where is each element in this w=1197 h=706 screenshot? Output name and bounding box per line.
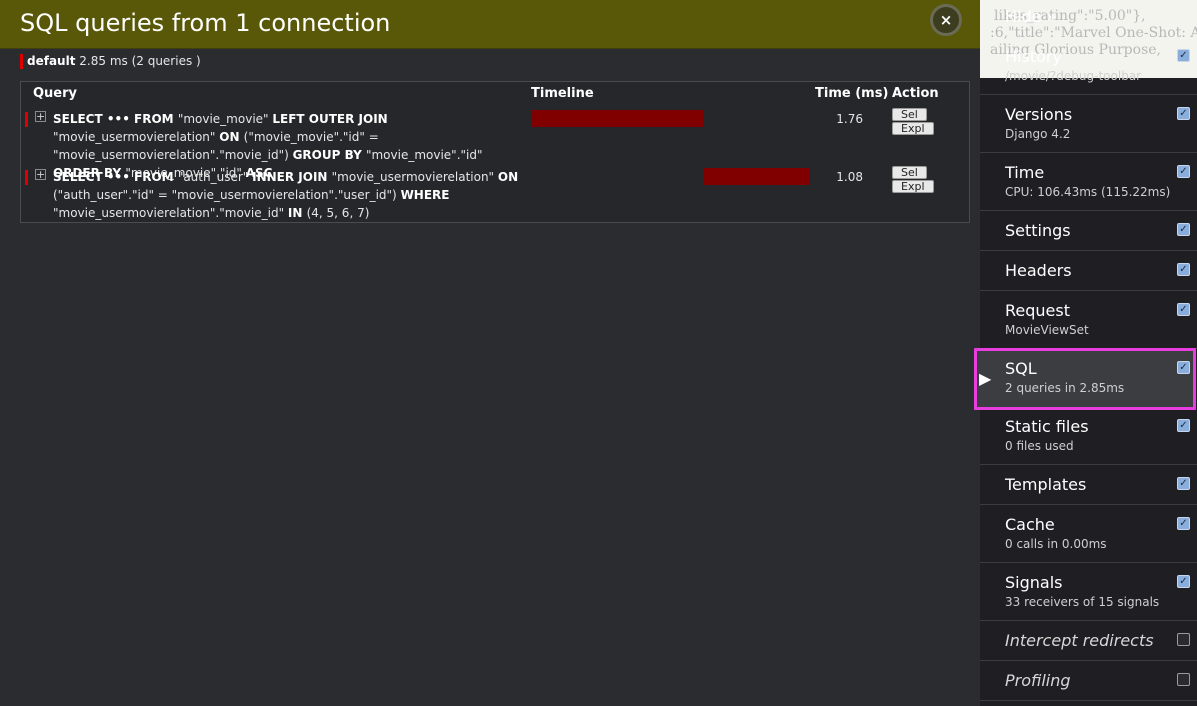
toolbar-item-title: Cache	[1005, 515, 1055, 534]
toolbar-item-subtitle: /movie/?debug-toolbar	[1005, 69, 1142, 83]
panel-title: SQL queries from 1 connection	[20, 9, 391, 37]
column-header-action: Action	[892, 86, 939, 101]
query-time: 1.76	[836, 112, 863, 126]
sql-keyword: ON	[497, 170, 519, 184]
sql-keyword: GROUP BY	[292, 148, 366, 162]
toolbar-item-title: Static files	[1005, 417, 1089, 436]
toolbar-item-subtitle: Django 4.2	[1005, 127, 1071, 141]
sql-text: "movie_usermovierelation"	[331, 170, 498, 184]
toolbar-item-checkbox[interactable]	[1177, 633, 1190, 646]
query-sql[interactable]: SELECT ••• FROM "auth_user" INNER JOIN "…	[53, 168, 523, 222]
toolbar-item-checkbox[interactable]: ✓	[1177, 49, 1190, 62]
query-time: 1.08	[836, 170, 863, 184]
toolbar-item-checkbox[interactable]: ✓	[1177, 223, 1190, 236]
connection-summary: default 2.85 ms (2 queries )	[20, 54, 201, 69]
toolbar-item-static-files[interactable]: Static files 0 files used ✓	[980, 407, 1197, 465]
explain-button[interactable]: Expl	[892, 122, 934, 135]
expand-icon[interactable]: +	[35, 169, 46, 180]
toolbar-item-history[interactable]: History/movie/?debug-toolbar ✓	[980, 37, 1197, 95]
toolbar-item-checkbox[interactable]: ✓	[1177, 361, 1190, 374]
toolbar-item-subtitle: 0 calls in 0.00ms	[1005, 537, 1107, 551]
column-header-query: Query	[33, 86, 78, 101]
sql-keyword: WHERE	[400, 188, 450, 202]
explain-button[interactable]: Expl	[892, 180, 934, 193]
toolbar-item-checkbox[interactable]: ✓	[1177, 107, 1190, 120]
toolbar-item-subtitle: 33 receivers of 15 signals	[1005, 595, 1160, 609]
close-icon[interactable]: ×	[930, 4, 962, 36]
toolbar-item-sql[interactable]: SQL 2 queries in 2.85ms ✓ ▶	[974, 348, 1196, 410]
query-row: + SELECT ••• FROM "auth_user" INNER JOIN…	[21, 164, 969, 222]
sql-text: (4, 5, 6, 7)	[306, 206, 370, 220]
connection-alias: default	[27, 54, 76, 68]
toolbar-item-title: History	[1005, 47, 1062, 66]
toolbar-item-subtitle: MovieViewSet	[1005, 323, 1089, 337]
toolbar-item-settings[interactable]: Settings ✓	[980, 211, 1197, 251]
play-arrow-icon: ▶	[979, 369, 992, 388]
toolbar-item-checkbox[interactable]: ✓	[1177, 419, 1190, 432]
toolbar-item-title: Intercept redirects	[1005, 631, 1154, 650]
query-marker	[25, 112, 28, 127]
select-button[interactable]: Sel	[892, 166, 927, 179]
sql-keyword: ON	[219, 130, 244, 144]
sql-text: "movie_movie"."id"	[365, 148, 483, 162]
expand-icon[interactable]: +	[35, 111, 46, 122]
toolbar-item-title: Templates	[1005, 475, 1087, 494]
sql-keyword: IN	[287, 206, 307, 220]
sql-text: "movie_usermovierelation"."movie_id"	[53, 206, 288, 220]
sql-text: ("auth_user"."id" = "movie_usermovierela…	[53, 188, 401, 202]
toolbar-item-checkbox[interactable]: ✓	[1177, 303, 1190, 316]
toolbar-item-headers[interactable]: Headers ✓	[980, 251, 1197, 291]
toolbar-item-title: Request	[1005, 301, 1070, 320]
timeline-bar	[703, 168, 810, 185]
timeline-bar	[531, 110, 704, 127]
sql-text: "movie_usermovierelation"	[53, 130, 220, 144]
hide-toolbar-link[interactable]: Hide »	[1005, 7, 1056, 27]
toolbar-item-versions[interactable]: Versions Django 4.2 ✓	[980, 95, 1197, 153]
toolbar-item-title: Profiling	[1005, 671, 1071, 690]
toolbar-item-cache[interactable]: Cache 0 calls in 0.00ms ✓	[980, 505, 1197, 563]
toolbar-item-intercept-redirects[interactable]: Intercept redirects	[980, 621, 1197, 661]
toolbar-item-title: Headers	[1005, 261, 1072, 280]
sql-text: "movie_movie"	[177, 112, 273, 126]
panel-header: SQL queries from 1 connection ×	[0, 0, 980, 49]
sql-keyword: INNER JOIN	[252, 170, 332, 184]
toolbar-item-title: Versions	[1005, 105, 1073, 124]
queries-table: Query Timeline Time (ms) Action + SELECT…	[20, 81, 970, 223]
toolbar-item-profiling[interactable]: Profiling	[980, 661, 1197, 701]
toolbar-item-title: SQL	[1005, 359, 1037, 378]
sql-text: "auth_user"	[177, 170, 253, 184]
toolbar-item-request[interactable]: Request MovieViewSet ✓	[980, 291, 1197, 349]
toolbar-item-time[interactable]: Time CPU: 106.43ms (115.22ms) ✓	[980, 153, 1197, 211]
sql-keyword: SELECT ••• FROM	[53, 170, 178, 184]
toolbar-item-checkbox[interactable]: ✓	[1177, 165, 1190, 178]
toolbar-item-title: Time	[1005, 163, 1045, 182]
toolbar-item-checkbox[interactable]: ✓	[1177, 477, 1190, 490]
column-header-time: Time (ms)	[815, 86, 889, 101]
toolbar-item-subtitle: 0 files used	[1005, 439, 1074, 453]
select-button[interactable]: Sel	[892, 108, 927, 121]
toolbar-item-checkbox[interactable]: ✓	[1177, 517, 1190, 530]
toolbar-item-title: Signals	[1005, 573, 1063, 592]
connection-stats: 2.85 ms (2 queries )	[79, 54, 201, 68]
toolbar-item-checkbox[interactable]: ✓	[1177, 575, 1190, 588]
sql-keyword: SELECT ••• FROM	[53, 112, 178, 126]
toolbar-item-subtitle: 2 queries in 2.85ms	[1005, 381, 1125, 395]
toolbar-item-templates[interactable]: Templates ✓	[980, 465, 1197, 505]
toolbar-item-title: Settings	[1005, 221, 1071, 240]
toolbar-item-checkbox[interactable]	[1177, 673, 1190, 686]
toolbar-item-checkbox[interactable]: ✓	[1177, 263, 1190, 276]
sql-keyword: LEFT OUTER JOIN	[272, 112, 388, 126]
sql-panel: SQL queries from 1 connection × default …	[0, 0, 980, 706]
query-marker	[25, 170, 28, 185]
column-header-timeline: Timeline	[531, 86, 594, 101]
toolbar-item-signals[interactable]: Signals 33 receivers of 15 signals ✓	[980, 563, 1197, 621]
toolbar-item-subtitle: CPU: 106.43ms (115.22ms)	[1005, 185, 1171, 199]
query-row: + SELECT ••• FROM "movie_movie" LEFT OUT…	[21, 106, 969, 180]
